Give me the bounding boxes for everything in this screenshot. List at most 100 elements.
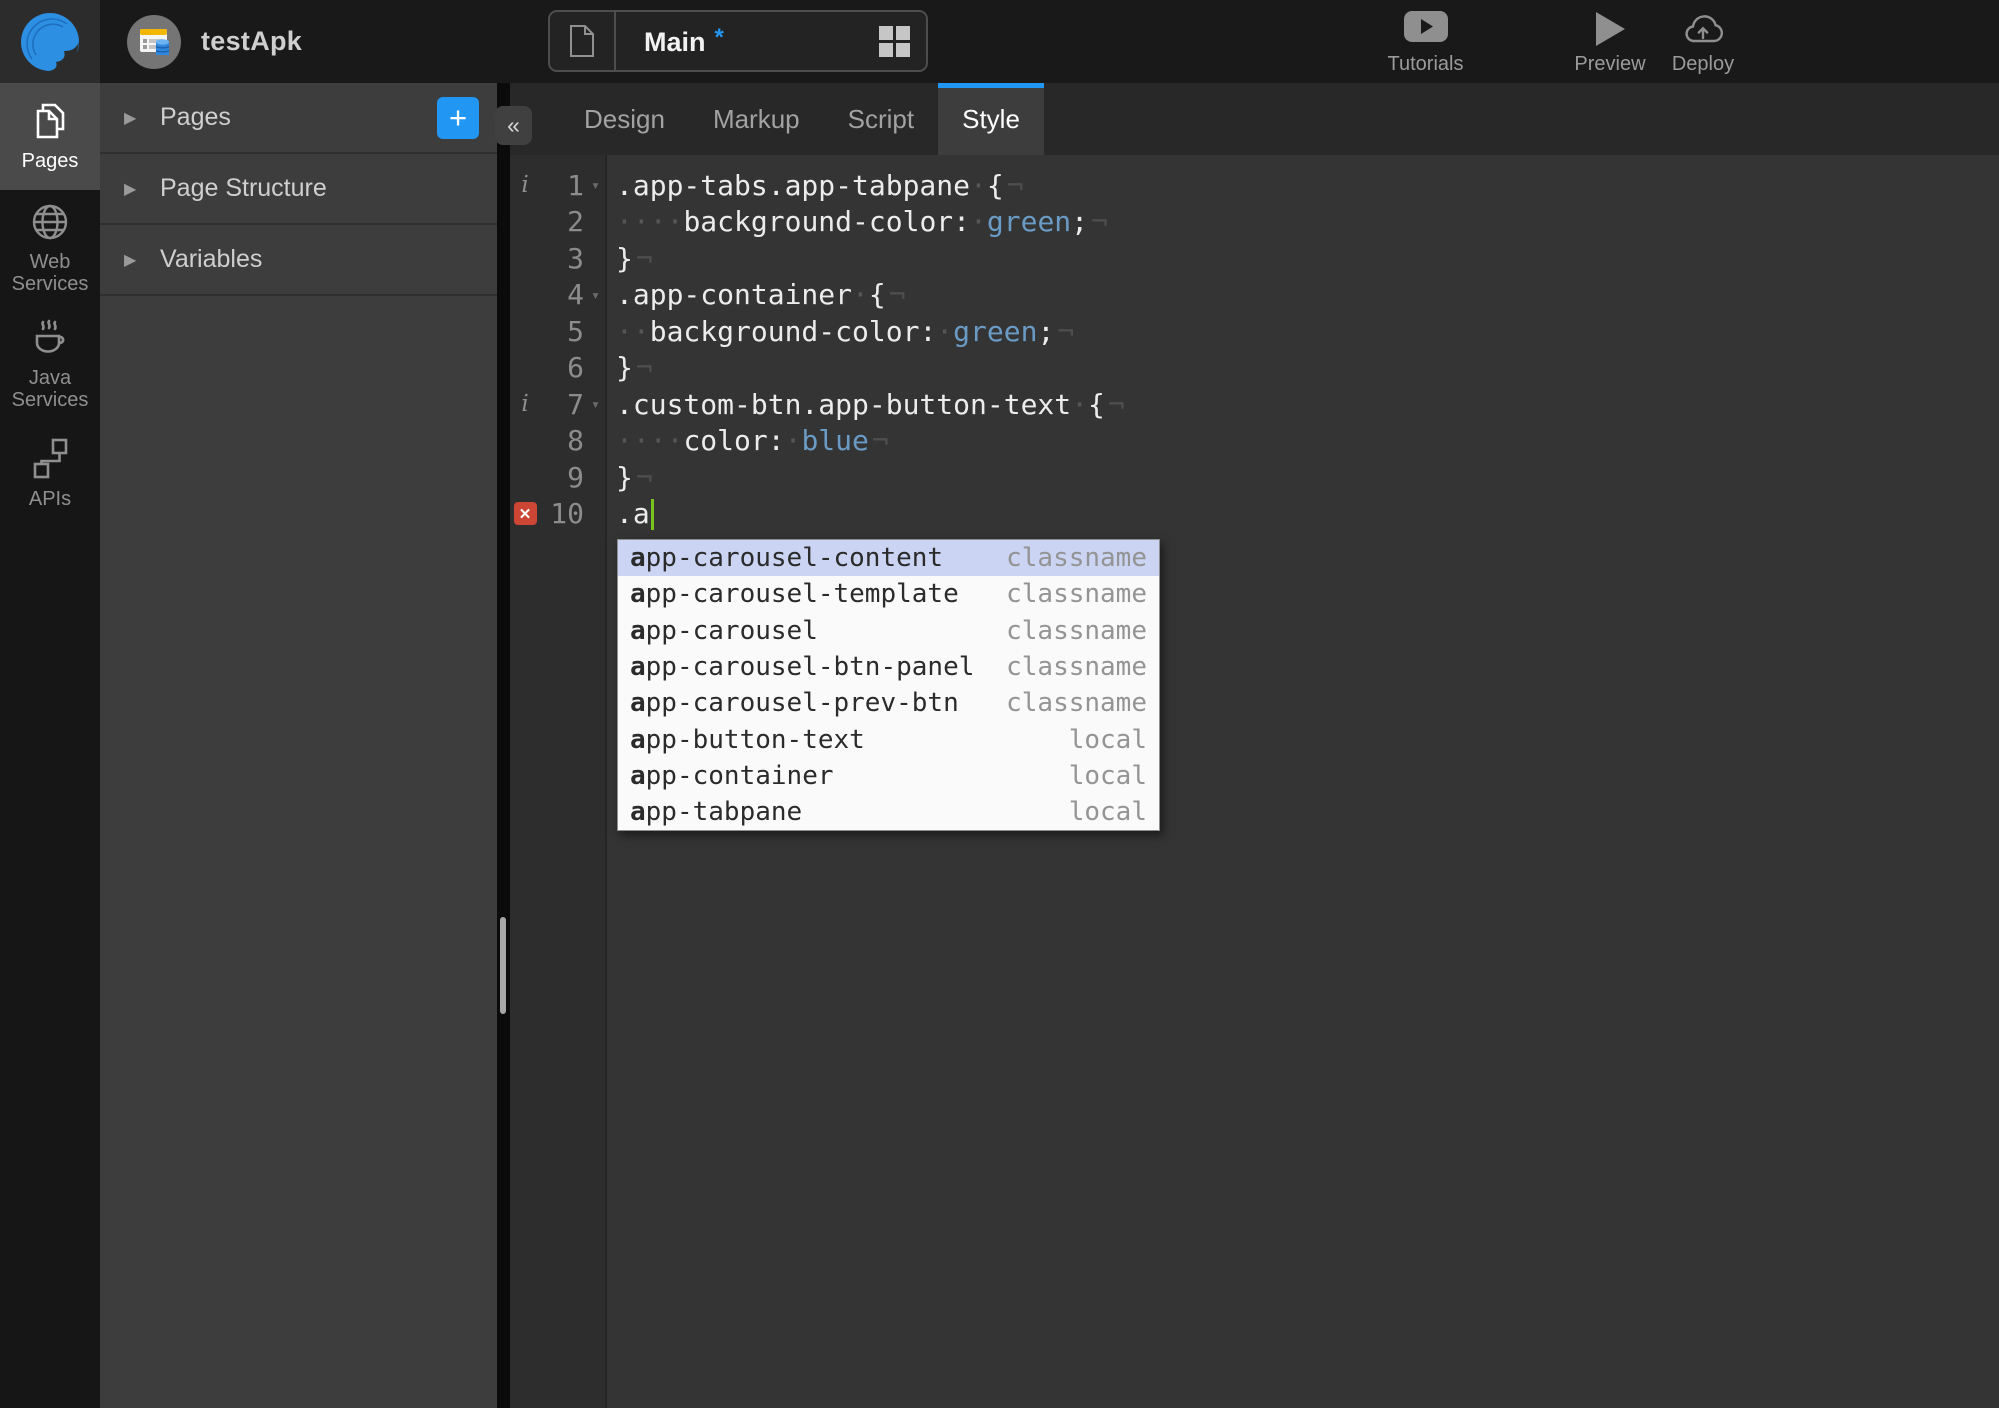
panel-section-page-structure[interactable]: ▶ Page Structure (100, 154, 497, 225)
line-number: 5 (567, 314, 584, 348)
suggestion-name: app-carousel-btn-panel (630, 652, 975, 683)
tutorials-button[interactable]: Tutorials (1368, 10, 1483, 76)
chevron-right-icon: ▶ (124, 251, 137, 269)
code-text: } ¬ (616, 351, 653, 385)
suggestion-type: classname (1006, 615, 1147, 646)
code-text: } ¬ (616, 460, 653, 494)
youtube-icon (1403, 10, 1449, 43)
autocomplete-item-app-carousel-template[interactable]: app-carousel-template classname (618, 576, 1159, 612)
project-icon (127, 14, 181, 69)
grid-icon[interactable] (879, 25, 910, 57)
page-tab-main[interactable]: Main * (548, 10, 928, 72)
code-line-2[interactable]: 2 ····background-color:·green; ¬ (510, 204, 1999, 241)
sidebar-item-java-services[interactable]: Java Services (0, 306, 100, 422)
sidebar-item-apis[interactable]: APIs (0, 422, 100, 526)
code-line-7[interactable]: i 7 ▾ .custom-btn.app-button-text·{¬ (510, 386, 1999, 423)
preview-button[interactable]: Preview (1560, 10, 1660, 76)
wave-logo-icon (21, 12, 79, 72)
code-line-3[interactable]: 3} ¬ (510, 240, 1999, 277)
code-line-6[interactable]: 6 } ¬ (510, 350, 1999, 387)
autocomplete-item-app-carousel-content[interactable]: app-carousel-content classname (618, 540, 1159, 577)
add-page-button[interactable]: + (437, 96, 479, 139)
code-line-5[interactable]: 5 ··background-color:·green; ¬ (510, 313, 1999, 350)
panel-section-pages[interactable]: ▶ Pages + (100, 83, 497, 154)
chevron-right-icon: ▶ (124, 109, 137, 127)
left-nav-rail: Pages Web Services Java Services APIs (0, 83, 100, 1408)
project-info: testApk (127, 14, 303, 69)
sidebar-item-label: Java Services (11, 366, 89, 412)
autocomplete-item-app-carousel-btn-panel[interactable]: app-carousel-btn-panel classname (618, 649, 1159, 685)
autocomplete-item-app-tabpane[interactable]: app-tabpane local (618, 794, 1159, 830)
error-icon[interactable]: ✕ (513, 502, 537, 526)
unsaved-marker: * (714, 24, 724, 51)
panel-section-label: Page Structure (160, 174, 327, 202)
sidebar-item-label: Pages (21, 149, 79, 172)
tab-design[interactable]: Design (560, 83, 689, 155)
tutorials-label: Tutorials (1387, 53, 1464, 75)
fold-arrow-icon[interactable]: ▾ (584, 395, 607, 413)
code-text: .a (607, 497, 654, 531)
coffee-cup-icon (28, 316, 72, 360)
code-text: ····color:·blue ¬ (616, 424, 889, 458)
sidebar-item-pages[interactable]: Pages (0, 83, 100, 190)
fold-arrow-icon[interactable]: ▾ (584, 176, 607, 194)
suggestion-type: classname (1006, 688, 1147, 719)
panel-section-variables[interactable]: ▶ Variables (100, 225, 497, 296)
line-number: 1 (567, 168, 584, 202)
info-icon[interactable]: i (521, 172, 528, 198)
suggestion-type: local (1068, 724, 1147, 755)
panel-section-label: Variables (160, 245, 263, 273)
pages-icon (29, 101, 71, 143)
collapse-panel-button[interactable]: « (495, 106, 532, 145)
preview-label: Preview (1574, 53, 1646, 75)
text-cursor (650, 499, 654, 531)
code-line-10[interactable]: ✕ 10 .a (510, 496, 1999, 533)
code-line-1[interactable]: i 1 ▾ .app-tabs.app-tabpane·{¬ (510, 167, 1999, 204)
play-icon (1593, 10, 1627, 48)
autocomplete-popup: app-carousel-content classname app-carouse… (617, 539, 1160, 832)
suggestion-name: app-container (630, 760, 834, 791)
line-number: 8 (567, 424, 584, 458)
line-number: 4 (567, 278, 584, 312)
autocomplete-item-app-carousel-prev-btn[interactable]: app-carousel-prev-btn classname (618, 685, 1159, 721)
tab-style[interactable]: Style (938, 83, 1044, 155)
page-file-icon (550, 12, 616, 70)
project-name: testApk (201, 26, 303, 56)
editor-tab-bar: Design Markup Script Style (510, 83, 1999, 155)
suggestion-name: app-carousel (630, 615, 818, 646)
top-bar: testApk Main * Tutorials Preview Deploy (0, 0, 1999, 83)
globe-icon (28, 200, 72, 244)
panel-section-label: Pages (160, 103, 231, 131)
sidebar-item-label: Web Services (11, 251, 89, 296)
suggestion-type: classname (1006, 579, 1147, 610)
panel-scrollbar[interactable] (500, 917, 506, 1014)
page-tab-label: Main * (644, 24, 724, 57)
panel-divider (497, 83, 510, 1408)
tab-markup[interactable]: Markup (689, 83, 824, 155)
suggestion-name: app-carousel-content (630, 543, 944, 574)
chevron-right-icon: ▶ (124, 180, 137, 198)
code-text: ····background-color:·green; ¬ (616, 205, 1108, 239)
sidebar-item-web-services[interactable]: Web Services (0, 190, 100, 306)
line-number: 6 (567, 351, 584, 385)
tab-script[interactable]: Script (824, 83, 938, 155)
line-number: 7 (567, 387, 584, 421)
suggestion-name: app-carousel-prev-btn (630, 688, 959, 719)
autocomplete-item-app-button-text[interactable]: app-button-text local (618, 721, 1159, 757)
fold-arrow-icon[interactable]: ▾ (584, 286, 607, 304)
code-text: .app-container·{¬ (616, 278, 906, 312)
appery-logo[interactable] (0, 0, 100, 83)
code-text: ··background-color:·green; ¬ (616, 314, 1075, 348)
app-builder-window: testApk Main * Tutorials Preview Deploy Pag… (0, 0, 1999, 1408)
code-line-4[interactable]: 4 ▾ .app-container·{¬ (510, 277, 1999, 314)
autocomplete-item-app-carousel[interactable]: app-carousel classname (618, 613, 1159, 649)
api-nodes-icon (29, 437, 71, 481)
suggestion-name: app-button-text (630, 724, 865, 755)
autocomplete-item-app-container[interactable]: app-container local (618, 758, 1159, 794)
code-line-9[interactable]: 9} ¬ (510, 459, 1999, 496)
deploy-button[interactable]: Deploy (1655, 10, 1751, 76)
code-line-8[interactable]: 8 ····color:·blue ¬ (510, 423, 1999, 460)
deploy-label: Deploy (1671, 53, 1735, 75)
info-icon[interactable]: i (521, 391, 528, 417)
suggestion-type: classname (1006, 652, 1147, 683)
